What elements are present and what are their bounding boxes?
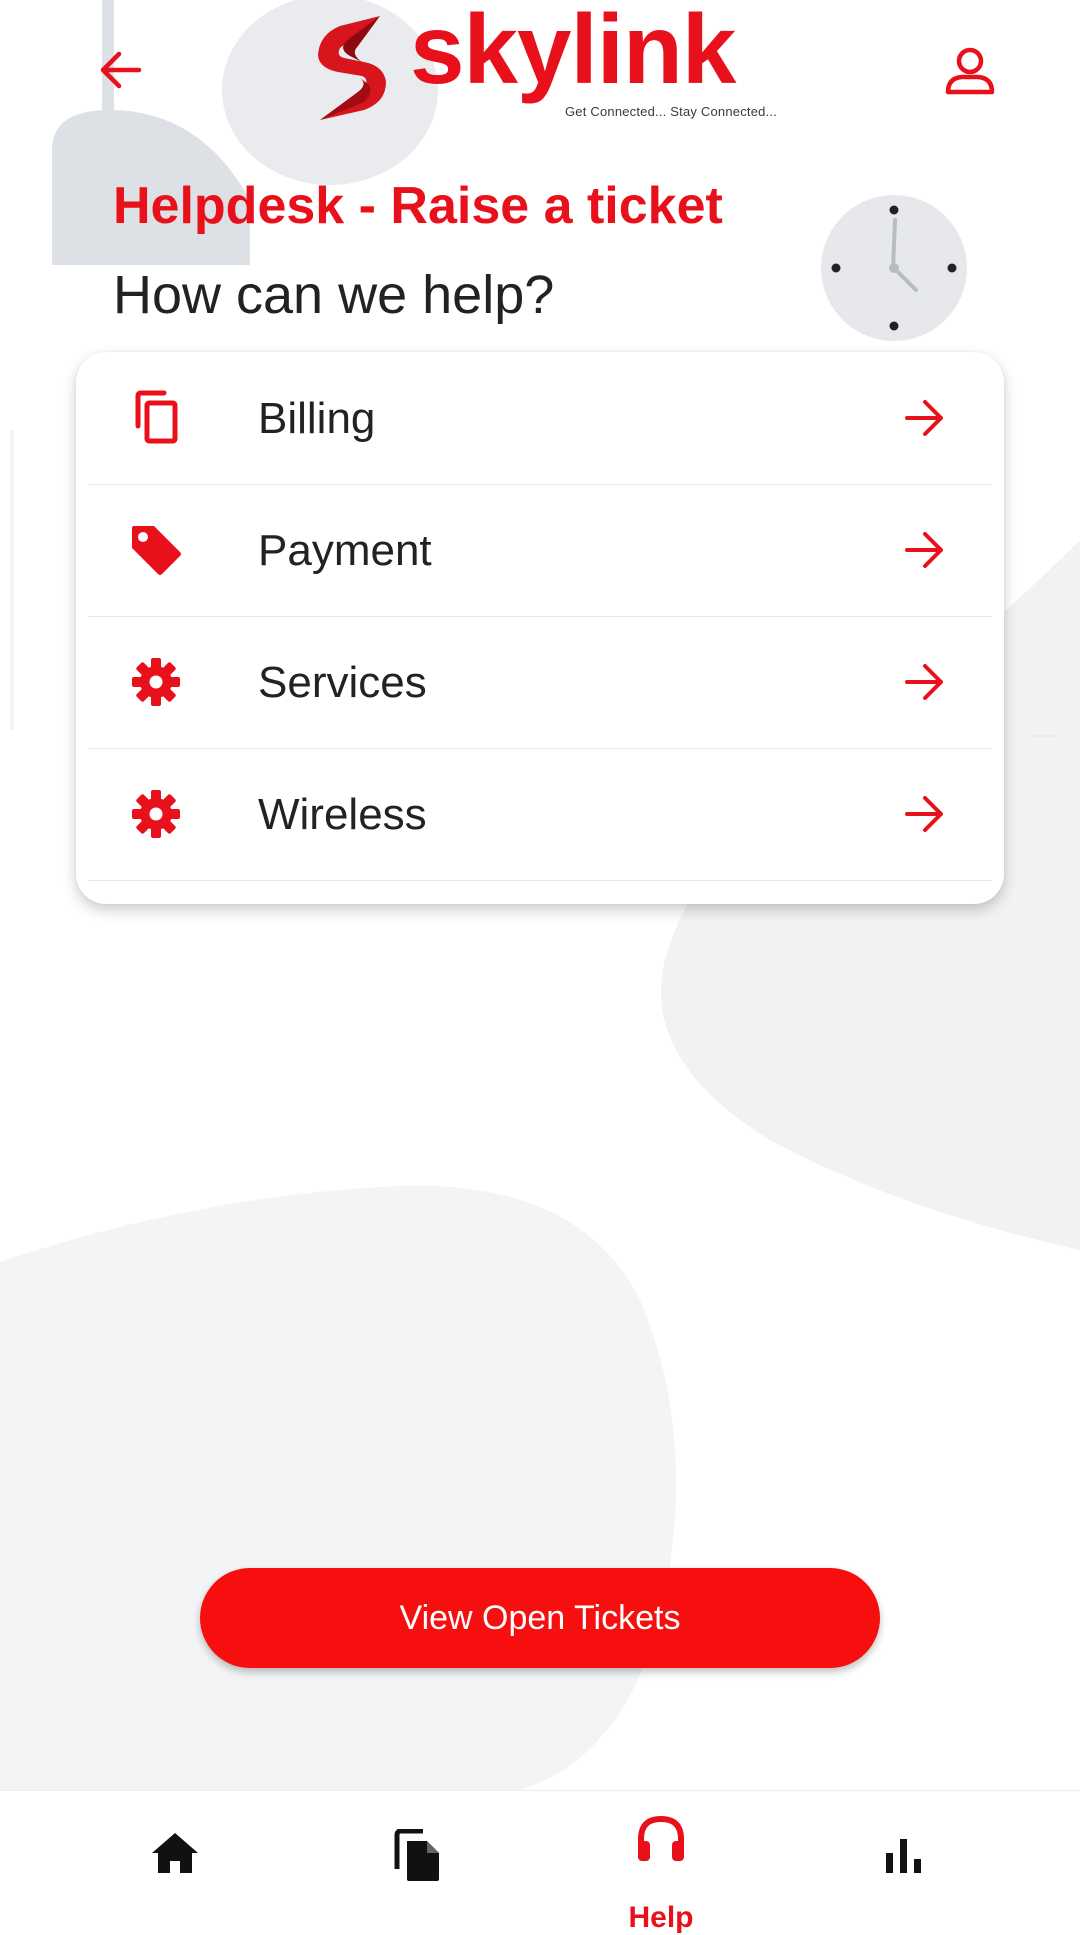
category-label: Wireless (258, 790, 427, 839)
headphones-icon (638, 1815, 684, 1861)
nav-home[interactable] (75, 1791, 275, 1921)
nav-statistics[interactable] (804, 1791, 1004, 1921)
brand-name: skylink (410, 0, 736, 104)
brand-tagline: Get Connected... Stay Connected... (565, 104, 778, 119)
nav-help[interactable]: Help (561, 1791, 761, 1934)
category-payment[interactable]: Payment (88, 484, 992, 617)
brand-logo: skylink Get Connected... Stay Connected.… (310, 0, 800, 128)
nav-documents[interactable] (318, 1791, 518, 1921)
gear-icon (126, 784, 186, 844)
copy-icon (126, 388, 186, 448)
clock-illustration (821, 195, 967, 341)
category-wireless[interactable]: Wireless (88, 748, 992, 881)
nav-help-label: Help (628, 1901, 694, 1934)
back-button[interactable] (80, 40, 160, 100)
bar-chart-icon (886, 1839, 921, 1873)
page-title: Helpdesk - Raise a ticket (113, 177, 723, 235)
category-billing[interactable]: Billing (88, 352, 992, 485)
gear-icon (126, 652, 186, 712)
category-label: Payment (258, 526, 432, 575)
help-categories-card: Billing Payment Services Wireless (76, 352, 1004, 904)
skylink-logo-mark (318, 16, 386, 120)
documents-icon (394, 1829, 439, 1881)
profile-button[interactable] (930, 36, 1010, 106)
category-services[interactable]: Services (88, 616, 992, 749)
arrow-right-icon (905, 664, 943, 700)
user-icon (945, 47, 995, 95)
arrow-right-icon (905, 400, 943, 436)
view-open-tickets-button[interactable]: View Open Tickets (200, 1568, 880, 1668)
page-subtitle: How can we help? (113, 265, 555, 325)
arrow-right-icon (905, 532, 943, 568)
category-label: Billing (258, 394, 376, 443)
arrow-left-icon (100, 51, 142, 89)
bottom-nav: Help (0, 1790, 1080, 1934)
home-icon (152, 1833, 198, 1873)
category-label: Services (258, 658, 427, 707)
tag-icon (126, 520, 186, 580)
arrow-right-icon (905, 796, 943, 832)
